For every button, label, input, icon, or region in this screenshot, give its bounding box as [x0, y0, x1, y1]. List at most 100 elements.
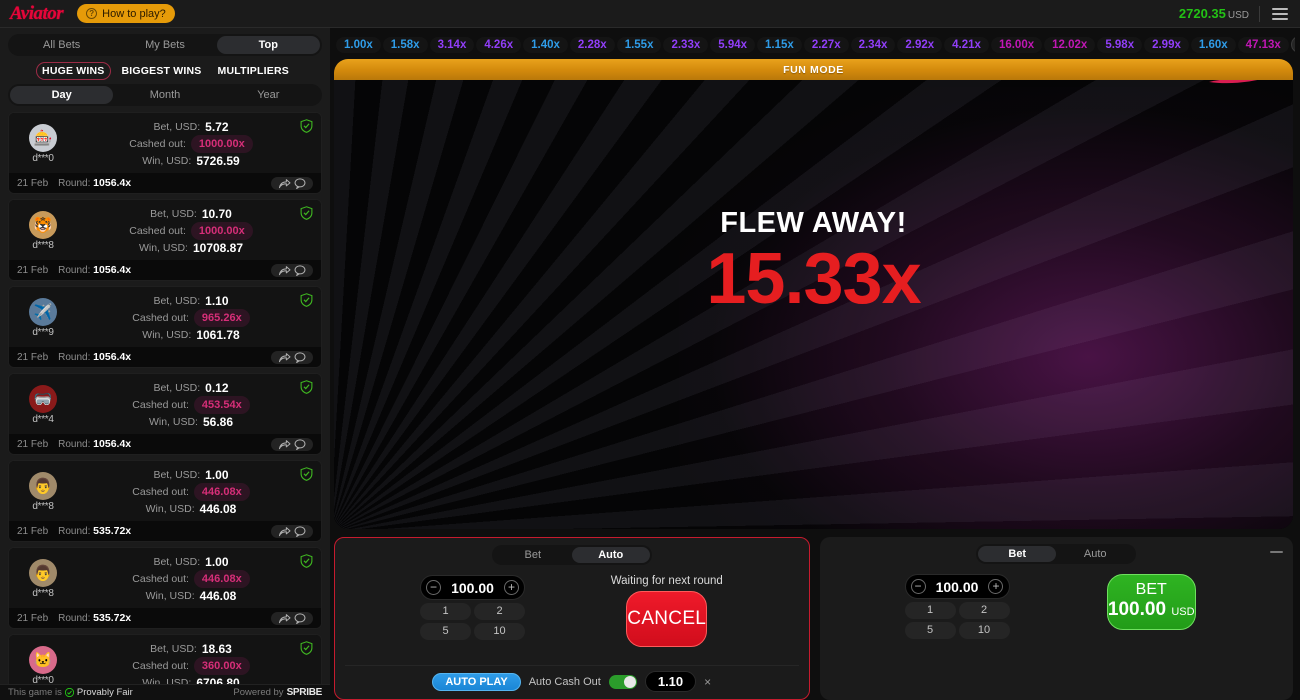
provably-fair-shield-icon[interactable] [300, 554, 313, 568]
tab-all-bets[interactable]: All Bets [10, 36, 113, 54]
provably-fair-shield-icon[interactable] [300, 206, 313, 220]
place-bet-amount: 100.00 USD [1108, 599, 1195, 623]
bet-row[interactable]: 👨 d***8 Bet, USD: 1.00 Cashed out: 446.08x Win… [8, 460, 322, 542]
period-year[interactable]: Year [217, 86, 320, 104]
cashed-out-label: Cashed out: [129, 225, 186, 237]
bet-row[interactable]: 🎰 d***0 Bet, USD: 5.72 Cashed out: 1000.00x Wi… [8, 112, 322, 194]
chat-icon[interactable] [294, 525, 306, 537]
chat-icon[interactable] [294, 264, 306, 276]
chat-icon[interactable] [294, 351, 306, 363]
bet-row[interactable]: 🥽 d***4 Bet, USD: 0.12 Cashed out: 453.54x Win… [8, 373, 322, 455]
provably-fair-shield-icon[interactable] [300, 293, 313, 307]
bet-row-main: 🐯 d***8 Bet, USD: 10.70 Cashed out: 1000.00x W… [9, 200, 321, 260]
chat-icon[interactable] [294, 177, 306, 189]
bet-row[interactable]: 👨 d***8 Bet, USD: 1.00 Cashed out: 446.08x Win… [8, 547, 322, 629]
subtab-multipliers[interactable]: MULTIPLIERS [213, 63, 294, 79]
question-mark-icon: ? [86, 8, 98, 19]
panel-left-quick-1[interactable]: 1 [420, 603, 471, 620]
bet-row-actions[interactable] [271, 611, 313, 625]
panel-right-quick-1[interactable]: 1 [904, 602, 956, 619]
panel-right-action-col: BET 100.00 USD [1020, 574, 1284, 630]
period-day[interactable]: Day [10, 86, 114, 104]
panel-right-stake-value[interactable]: 100.00 [936, 579, 979, 595]
avatar: 🥽 [29, 385, 57, 413]
bet-row[interactable]: 🐯 d***8 Bet, USD: 10.70 Cashed out: 1000.00x W… [8, 199, 322, 281]
bet-row-user: ✈️ d***9 [17, 298, 69, 338]
panel-left-stake-value[interactable]: 100.00 [451, 580, 494, 596]
place-bet-button[interactable]: BET 100.00 USD [1106, 574, 1196, 630]
subtab-biggest-wins[interactable]: BIGGEST WINS [117, 63, 207, 79]
bet-amount-line: Bet, USD: 1.10 [69, 293, 313, 309]
win-value: 5726.59 [196, 154, 240, 168]
history-toggle-button[interactable] [1290, 36, 1295, 53]
share-icon[interactable] [278, 439, 291, 450]
bet-date: 21 Feb [17, 612, 49, 624]
panel-right-minimize-icon[interactable] [1270, 551, 1283, 553]
bet-row[interactable]: ✈️ d***9 Bet, USD: 1.10 Cashed out: 965.26x Wi… [8, 286, 322, 368]
bet-value: 0.12 [205, 381, 229, 395]
panel-right-stake-box[interactable]: − 100.00 + [904, 574, 1010, 599]
period-tabs: Day Month Year [8, 84, 322, 106]
auto-cash-out-clear-icon[interactable]: × [704, 675, 711, 689]
bet-value: 1.00 [205, 468, 229, 482]
provably-fair-shield-icon[interactable] [300, 119, 313, 133]
cashed-out-line: Cashed out: 446.08x [69, 483, 313, 501]
panel-left-quick-10[interactable]: 10 [474, 623, 525, 640]
main-tabs: All Bets My Bets Top [8, 34, 322, 56]
panel-left-quick-2[interactable]: 2 [474, 603, 525, 620]
panel-right-quick-2[interactable]: 2 [958, 602, 1010, 619]
how-to-play-button[interactable]: ? How to play? [77, 4, 175, 23]
cashed-out-line: Cashed out: 965.26x [69, 309, 313, 327]
panel-right-increment-icon[interactable]: + [988, 579, 1004, 594]
subtab-huge-wins[interactable]: HUGE WINS [36, 62, 111, 80]
powered-by: Powered by SPRIBE [233, 687, 322, 698]
tab-top[interactable]: Top [216, 36, 320, 54]
panel-right-body: − 100.00 + 1 2 5 10 BET 100.00 USD [830, 574, 1284, 639]
panel-right-tab-auto[interactable]: Auto [1056, 546, 1134, 562]
cashed-out-value: 453.54x [193, 396, 250, 414]
period-month[interactable]: Month [113, 86, 216, 104]
auto-cash-out-value[interactable]: 1.10 [644, 671, 697, 692]
provably-fair-shield-icon[interactable] [300, 641, 313, 655]
chat-icon[interactable] [294, 438, 306, 450]
bet-row-actions[interactable] [271, 350, 313, 364]
share-icon[interactable] [278, 265, 291, 276]
panel-left-decrement-icon[interactable]: − [426, 580, 441, 595]
bet-round: Round: 1056.4x [58, 351, 132, 363]
panel-left-tab-bet[interactable]: Bet [494, 547, 572, 563]
cancel-button[interactable]: CANCEL [626, 591, 708, 647]
panel-left-tab-auto[interactable]: Auto [571, 547, 650, 563]
panel-right-tab-bet[interactable]: Bet [978, 546, 1057, 562]
chat-icon[interactable] [294, 612, 306, 624]
panel-right-quick-5[interactable]: 5 [904, 622, 956, 639]
auto-play-button[interactable]: AUTO PLAY [432, 672, 521, 691]
panel-left-quick-5[interactable]: 5 [420, 623, 471, 640]
win-label: Win, USD: [138, 242, 188, 254]
username: d***8 [32, 240, 54, 251]
period-tabs-wrap: Day Month Year [0, 84, 330, 112]
panel-left-stake-box[interactable]: − 100.00 + [420, 575, 525, 600]
panel-right-decrement-icon[interactable]: − [910, 579, 926, 594]
panel-right-quick-10[interactable]: 10 [958, 622, 1010, 639]
history-chip: 4.21x [944, 36, 989, 53]
provably-fair[interactable]: This game is Provably Fair [8, 687, 133, 698]
share-icon[interactable] [278, 526, 291, 537]
bet-row-actions[interactable] [271, 437, 313, 451]
bet-amount-line: Bet, USD: 1.00 [69, 554, 313, 570]
bet-panel-left: Bet Auto − 100.00 + 1 2 5 10 Waiting for… [334, 537, 810, 700]
bet-row-actions[interactable] [271, 176, 313, 190]
share-icon[interactable] [278, 613, 291, 624]
bet-round: Round: 1056.4x [58, 177, 132, 189]
share-icon[interactable] [278, 352, 291, 363]
bet-row-actions[interactable] [271, 524, 313, 538]
bet-round: Round: 535.72x [58, 525, 132, 537]
auto-cash-out-toggle[interactable] [608, 674, 637, 689]
provably-fair-shield-icon[interactable] [300, 467, 313, 481]
bets-list[interactable]: 🎰 d***0 Bet, USD: 5.72 Cashed out: 1000.00x Wi… [0, 112, 330, 700]
share-icon[interactable] [278, 178, 291, 189]
provably-fair-shield-icon[interactable] [300, 380, 313, 394]
tab-my-bets[interactable]: My Bets [113, 36, 216, 54]
panel-left-increment-icon[interactable]: + [503, 580, 519, 595]
menu-icon[interactable] [1270, 6, 1290, 22]
bet-row-actions[interactable] [271, 263, 313, 277]
